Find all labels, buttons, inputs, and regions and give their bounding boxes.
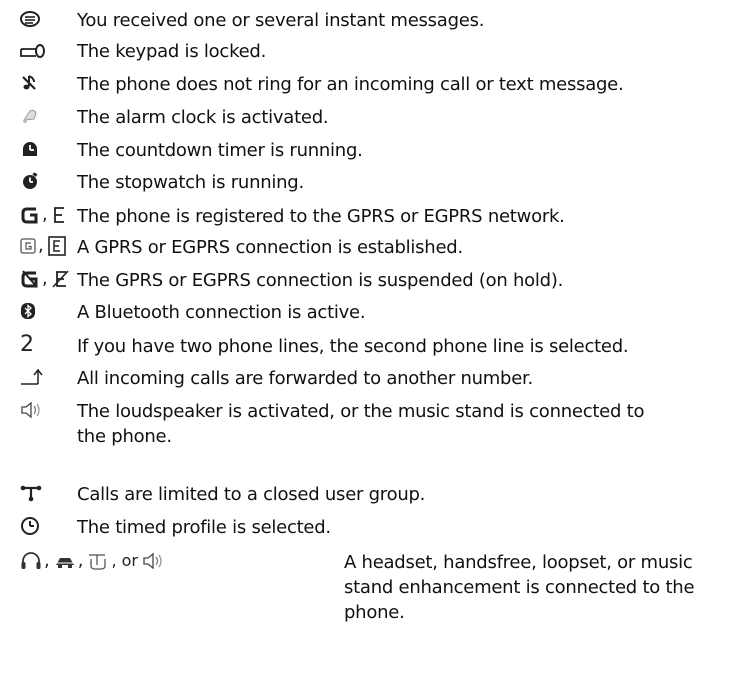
indicator-description: The countdown timer is running.: [77, 140, 363, 161]
timed-profile-icon: [20, 516, 40, 536]
indicator-description: The stopwatch is running.: [77, 172, 304, 193]
indicator-description: A headset, handsfree, loopset, or music …: [344, 552, 695, 623]
headset-icon: [20, 551, 42, 571]
bluetooth-icon: [20, 301, 36, 321]
alarm-clock-icon: [20, 107, 40, 125]
instant-message-icon: [20, 11, 40, 27]
separator: ,: [42, 268, 48, 289]
indicator-description: The GPRS or EGPRS connection is suspende…: [77, 270, 564, 291]
indicator-description: The loudspeaker is activated, or the mus…: [77, 401, 645, 447]
indicator-description: Calls are limited to a closed user group…: [77, 484, 426, 505]
separator: ,: [44, 550, 50, 571]
egprs-suspended-icon: [52, 269, 70, 289]
separator: , or: [111, 551, 139, 570]
music-stand-icon: [142, 551, 166, 571]
separator: ,: [38, 235, 44, 256]
gprs-suspended-icon: [20, 269, 40, 289]
loopset-icon: [87, 551, 109, 571]
indicator-description: All incoming calls are forwarded to anot…: [77, 368, 534, 389]
gprs-registered-icon: [20, 205, 40, 225]
closed-user-group-icon: [20, 483, 42, 503]
indicator-description: The keypad is locked.: [77, 41, 267, 62]
indicator-description: A Bluetooth connection is active.: [77, 302, 366, 323]
status-indicator-list: You received one or several instant mess…: [0, 0, 756, 697]
keypad-lock-icon: [20, 42, 46, 58]
indicator-description: The phone is registered to the GPRS or E…: [77, 206, 565, 227]
indicator-description: A GPRS or EGPRS connection is establishe…: [77, 237, 463, 258]
countdown-timer-icon: [20, 140, 40, 158]
indicator-description: The phone does not ring for an incoming …: [77, 74, 624, 95]
indicator-description: You received one or several instant mess…: [77, 10, 485, 31]
gprs-connected-icon: [20, 237, 36, 255]
egprs-registered-icon: [52, 205, 66, 225]
indicator-description: The timed profile is selected.: [77, 517, 331, 538]
separator: ,: [77, 550, 84, 571]
stopwatch-icon: [20, 172, 40, 190]
separator: ,: [42, 204, 48, 225]
indicator-description: The alarm clock is activated.: [77, 107, 329, 128]
second-line-icon: 2: [20, 332, 34, 357]
silent-icon: [20, 74, 40, 92]
egprs-connected-icon: [47, 236, 66, 256]
call-forward-icon: [20, 367, 46, 387]
handsfree-icon: [54, 551, 76, 571]
indicator-description: If you have two phone lines, the second …: [77, 336, 629, 357]
loudspeaker-icon: [20, 400, 44, 420]
